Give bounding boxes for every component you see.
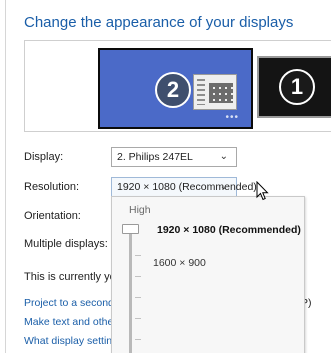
- page-title: Change the appearance of your displays: [24, 14, 294, 31]
- resolution-option[interactable]: 1920 × 1080 (Recommended): [157, 224, 301, 236]
- resolution-select[interactable]: 1920 × 1080 (Recommended) ⌄: [111, 177, 257, 197]
- current-display-info: This is currently you: [24, 271, 122, 283]
- monitor-number-badge: 1: [279, 69, 315, 105]
- resolution-label: Resolution:: [24, 181, 80, 193]
- resolution-slider-thumb[interactable]: [122, 224, 139, 234]
- monitor-number-badge: 2: [155, 72, 191, 108]
- display-settings-icon: [193, 74, 237, 110]
- multiple-displays-label: Multiple displays:: [24, 238, 108, 250]
- display-select-value: 2. Philips 247EL: [117, 151, 193, 163]
- resolution-slider-ticks: [135, 235, 141, 353]
- make-text-larger-link[interactable]: Make text and other: [24, 316, 117, 328]
- arrow-cursor-icon: [256, 181, 269, 201]
- orientation-label: Orientation:: [24, 210, 81, 222]
- resolution-slider-track[interactable]: [129, 229, 132, 353]
- display-preview-area: 2 ••• 1: [24, 40, 331, 132]
- resolution-dropdown-panel: High 1920 × 1080 (Recommended) 1600 × 90…: [111, 196, 305, 353]
- monitor-1-thumbnail[interactable]: 1: [257, 56, 331, 118]
- what-display-settings-link[interactable]: What display setting: [24, 335, 118, 347]
- slider-high-label: High: [129, 204, 151, 216]
- display-label: Display:: [24, 151, 64, 163]
- chevron-down-icon: ⌄: [219, 151, 228, 162]
- chevron-down-icon: ⌄: [219, 181, 228, 192]
- resolution-option[interactable]: 1600 × 900: [153, 257, 206, 269]
- window-left-border: [5, 0, 6, 353]
- resolution-select-value: 1920 × 1080 (Recommended): [117, 181, 257, 193]
- monitor-2-thumbnail[interactable]: 2 •••: [98, 48, 253, 129]
- display-select[interactable]: 2. Philips 247EL ⌄: [111, 147, 237, 167]
- more-dots-icon: •••: [225, 112, 239, 123]
- project-second-screen-link[interactable]: Project to a second: [24, 297, 114, 309]
